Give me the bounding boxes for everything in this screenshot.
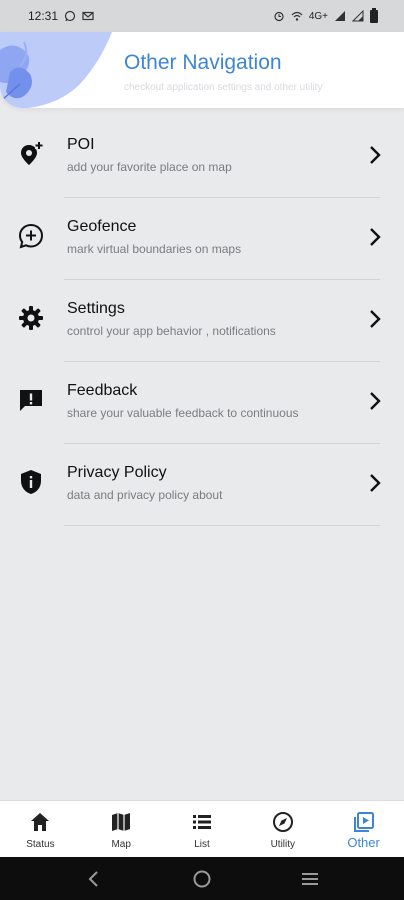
system-navigation-bar: [0, 857, 404, 900]
nav-item-privacy-policy[interactable]: Privacy Policy data and privacy policy a…: [0, 444, 404, 526]
tab-label: Utility: [270, 839, 296, 850]
chevron-right-icon: [370, 146, 381, 164]
chevron-right-icon: [370, 310, 381, 328]
status-time: 12:31: [28, 9, 59, 23]
nav-item-description: control your app behavior , notification…: [67, 324, 276, 338]
page-subtitle: checkout application settings and other …: [124, 82, 323, 93]
status-left: 12:31: [28, 9, 94, 23]
nav-item-feedback[interactable]: Feedback share your valuable feedback to…: [0, 362, 404, 444]
tab-label: List: [194, 839, 210, 850]
alarm-icon: [274, 11, 284, 22]
tab-label: Other: [347, 835, 380, 850]
status-right: 4G+: [273, 7, 378, 23]
page-title: Other Navigation: [124, 51, 282, 74]
chevron-right-icon: [370, 474, 381, 492]
tab-label: Map: [111, 839, 131, 850]
nav-item-description: data and privacy policy about: [67, 488, 223, 502]
tab-label: Status: [26, 839, 55, 850]
nav-item-description: mark virtual boundaries on maps: [67, 242, 242, 256]
bottom-navigation: Status Map List Utility Other: [0, 800, 404, 857]
tab-map[interactable]: Map: [81, 801, 162, 857]
nav-item-settings[interactable]: Settings control your app behavior , not…: [0, 280, 404, 362]
tab-list[interactable]: List: [162, 801, 243, 857]
back-icon[interactable]: [83, 868, 105, 890]
nav-item-title: Feedback: [67, 382, 138, 399]
tab-other[interactable]: Other: [323, 801, 404, 857]
navigation-list: POI add your favorite place on map Geofe…: [0, 116, 404, 526]
add-location-icon: [21, 142, 43, 165]
recents-menu-icon[interactable]: [299, 868, 321, 890]
nav-item-description: add your favorite place on map: [67, 160, 232, 174]
mail-icon: [82, 11, 94, 21]
nav-item-title: Settings: [67, 300, 125, 317]
gear-icon: [19, 306, 43, 330]
nav-item-geofence[interactable]: Geofence mark virtual boundaries on maps: [0, 198, 404, 280]
feedback-icon: [20, 390, 42, 411]
shield-info-icon: [21, 470, 41, 494]
add-circle-chat-icon: [18, 223, 44, 249]
chevron-right-icon: [370, 228, 381, 246]
tab-utility[interactable]: Utility: [242, 801, 323, 857]
list-icon: [192, 815, 211, 829]
nav-item-title: Geofence: [67, 218, 137, 235]
divider: [64, 525, 380, 526]
battery-icon: [370, 7, 378, 23]
chevron-right-icon: [370, 392, 381, 410]
compass-icon: [272, 812, 293, 832]
map-icon: [112, 813, 131, 831]
wifi-calling-icon: [291, 11, 303, 21]
nav-item-title: POI: [67, 136, 95, 153]
header-decoration: [0, 32, 112, 108]
video-library-icon: [353, 812, 374, 832]
signal-icon: [335, 11, 345, 21]
home-icon: [31, 813, 50, 831]
nav-item-title: Privacy Policy: [67, 464, 167, 481]
home-circle-icon[interactable]: [191, 868, 213, 890]
nav-item-description: share your valuable feedback to continuo…: [67, 406, 299, 420]
signal-icon-2: [352, 10, 364, 22]
whatsapp-icon: [64, 10, 76, 22]
nav-item-poi[interactable]: POI add your favorite place on map: [0, 116, 404, 198]
page-header: Other Navigation checkout application se…: [0, 32, 404, 108]
network-type: 4G+: [308, 10, 328, 22]
status-bar: 12:31 4G+: [0, 0, 404, 32]
tab-status[interactable]: Status: [0, 801, 81, 857]
